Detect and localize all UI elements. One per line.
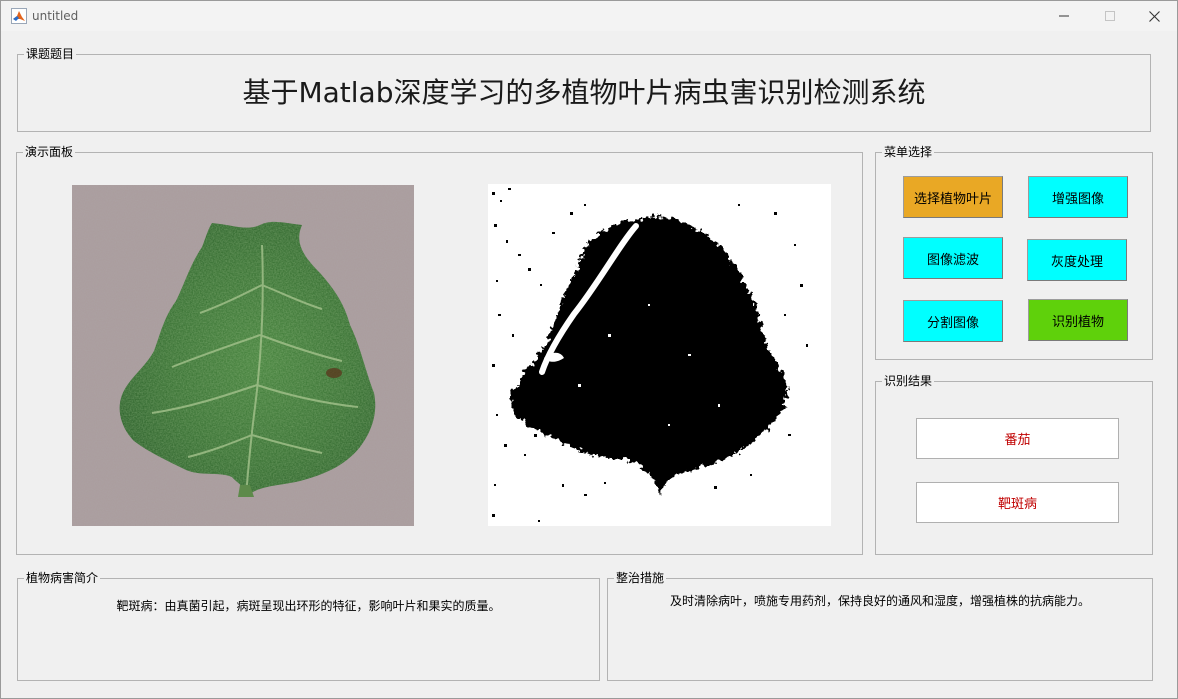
identify-plant-button[interactable]: 识别植物 xyxy=(1028,299,1128,341)
treatment-text: 及时清除病叶，喷施专用药剂，保持良好的通风和湿度，增强植株的抗病能力。 xyxy=(669,594,1090,608)
grayscale-button[interactable]: 灰度处理 xyxy=(1027,239,1127,281)
demo-panel: 演示面板 xyxy=(16,145,863,555)
close-button[interactable] xyxy=(1131,1,1177,31)
menu-panel: 菜单选择 选择植物叶片 增强图像 图像滤波 灰度处理 分割图像 识别植物 xyxy=(875,145,1153,360)
select-leaf-button[interactable]: 选择植物叶片 xyxy=(903,176,1003,218)
demo-panel-label: 演示面板 xyxy=(23,145,76,159)
disease-intro-label: 植物病害简介 xyxy=(24,571,101,585)
matlab-logo-icon xyxy=(11,8,27,24)
segmented-leaf-image xyxy=(488,184,831,526)
minimize-button[interactable] xyxy=(1041,1,1087,31)
enhance-image-button[interactable]: 增强图像 xyxy=(1028,176,1128,218)
app-window: untitled 课题题目 基于Matlab深度学习的多植物叶片病虫害识别检测系… xyxy=(0,0,1178,699)
disease-intro-text: 靶斑病：由真菌引起，病斑呈现出环形的特征，影响叶片和果实的质量。 xyxy=(116,599,501,613)
maximize-button[interactable] xyxy=(1087,1,1133,31)
title-panel-label: 课题题目 xyxy=(24,47,77,61)
maximize-icon xyxy=(1105,11,1115,21)
disease-result: 靶斑病 xyxy=(916,482,1119,523)
close-icon xyxy=(1148,10,1160,22)
original-leaf-image xyxy=(72,185,414,526)
page-title: 基于Matlab深度学习的多植物叶片病虫害识别检测系统 xyxy=(242,76,926,109)
window-title: untitled xyxy=(32,9,79,23)
treatment-label: 整治措施 xyxy=(614,571,667,585)
plant-result: 番茄 xyxy=(916,418,1119,459)
result-panel-label: 识别结果 xyxy=(882,374,935,388)
menu-panel-label: 菜单选择 xyxy=(882,145,935,159)
filter-image-button[interactable]: 图像滤波 xyxy=(903,237,1003,279)
result-panel: 识别结果 番茄 靶斑病 xyxy=(875,374,1153,555)
title-panel: 课题题目 基于Matlab深度学习的多植物叶片病虫害识别检测系统 xyxy=(17,47,1151,132)
segment-image-button[interactable]: 分割图像 xyxy=(903,300,1003,342)
disease-intro-panel: 植物病害简介 靶斑病：由真菌引起，病斑呈现出环形的特征，影响叶片和果实的质量。 xyxy=(17,571,600,681)
minimize-icon xyxy=(1059,15,1069,17)
treatment-panel: 整治措施 及时清除病叶，喷施专用药剂，保持良好的通风和湿度，增强植株的抗病能力。 xyxy=(607,571,1153,681)
title-bar: untitled xyxy=(1,1,1177,31)
